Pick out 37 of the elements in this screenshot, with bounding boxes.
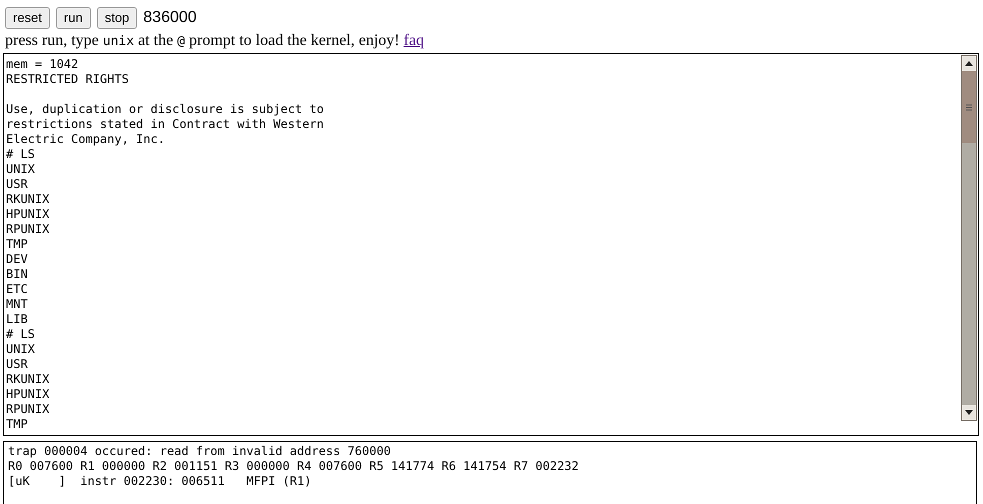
terminal-line: HPUNIX [6,387,50,402]
terminal-line: HPUNIX [6,207,50,222]
terminal-line: RESTRICTED RIGHTS [6,72,130,87]
terminal-line: RPUNIX [6,402,50,417]
terminal-line: RKUNIX [6,192,50,207]
terminal-line: LIB [6,312,29,327]
terminal-line: RKUNIX [6,372,50,387]
terminal-line: TMP [6,237,29,252]
cycle-counter: 836000 [143,8,197,28]
scrollbar[interactable] [961,55,977,421]
terminal-line: restrictions stated in Contract with Western [6,117,325,132]
control-button[interactable]: stop [96,7,138,29]
scroll-down-icon[interactable] [962,405,976,420]
terminal-line: MNT [6,297,29,312]
terminal-line: # LS [6,147,36,162]
terminal-line: UNIX [6,162,36,177]
terminal-line: ETC [6,282,29,297]
control-button[interactable]: run [56,7,91,29]
terminal-line: Use, duplication or disclosure is subject to [6,102,325,117]
instructions-text: press run, type unix at the @ prompt to load the kernel, enjoy! [5,31,400,51]
scroll-thumb[interactable] [962,71,976,143]
terminal-line: # LS [6,327,36,342]
terminal-line: DEV [6,252,29,267]
faq-link[interactable]: faq [404,31,424,52]
debug-line: trap 000004 occured: read from invalid address 760000 [8,444,392,459]
debug-line: R0 007600 R1 000000 R2 001151 R3 000000 R4 007600 R5 141774 R6 141754 R7 002232 [8,459,580,474]
control-button[interactable]: reset [5,7,50,29]
terminal-line: Electric Company, Inc. [6,132,166,147]
debug-line: [uK ] instr 002230: 006511 MFPI (R1) [8,474,312,489]
terminal-line: TMP [6,417,29,432]
terminal-line: BIN [6,267,29,282]
terminal-line: USR [6,177,29,192]
terminal-line: RPUNIX [6,222,50,237]
scroll-up-icon[interactable] [962,56,976,71]
terminal-line: USR [6,357,29,372]
terminal-line: UNIX [6,342,36,357]
terminal-line: mem = 1042 [6,57,80,72]
